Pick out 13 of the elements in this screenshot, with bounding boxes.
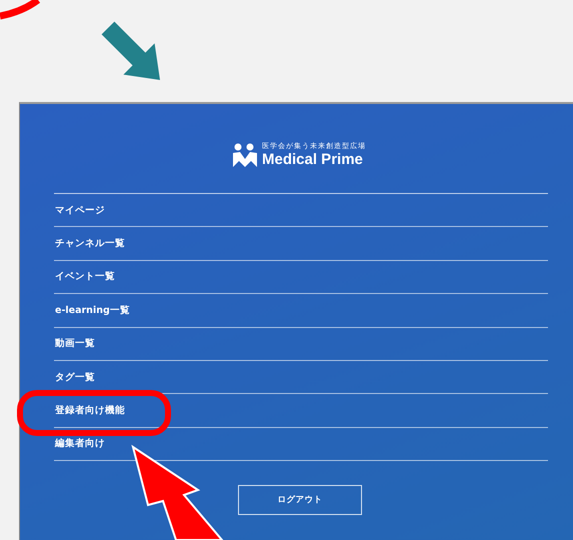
arrow-icon [102,22,160,80]
annotation-stroke [0,0,40,20]
logo-name: Medical Prime [262,151,364,168]
logo-icon [232,143,258,167]
menu-item[interactable]: 動画一覧 [54,337,95,350]
logout-button[interactable]: ログアウト [238,485,362,516]
menu-item[interactable]: チャンネル一覧 [54,237,125,250]
menu-item[interactable]: 登録者向け機能 [54,404,125,418]
menu-item[interactable]: e-learning一覧 [54,304,130,317]
menu-item[interactable]: 編集者向け [54,437,105,450]
menu-item[interactable]: マイページ [54,204,105,217]
menu-item[interactable]: イベント一覧 [54,270,115,284]
menu-item[interactable]: タグ一覧 [54,370,95,384]
